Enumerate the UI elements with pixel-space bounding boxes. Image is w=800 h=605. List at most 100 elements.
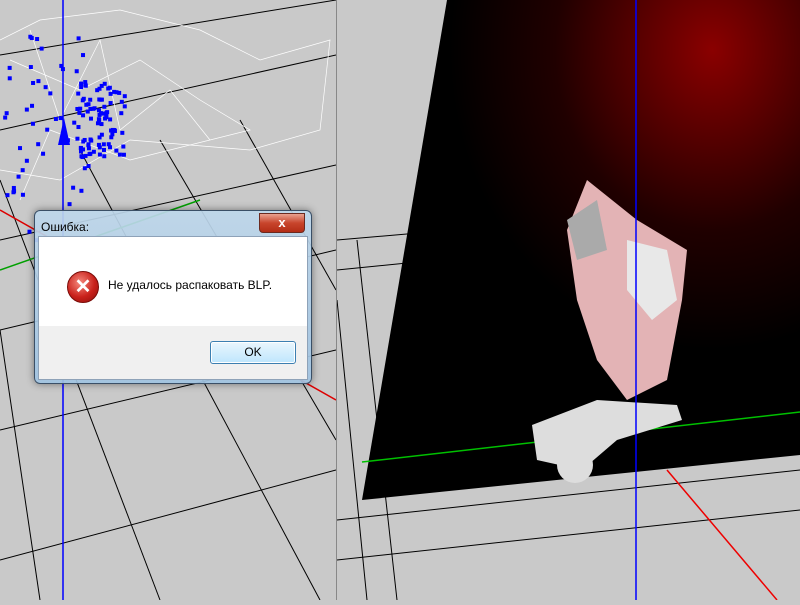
vertex-point bbox=[122, 104, 127, 109]
vertex-point bbox=[48, 91, 53, 96]
vertex-point bbox=[75, 136, 80, 141]
vertex-point bbox=[119, 111, 124, 116]
vertex-point bbox=[30, 121, 35, 126]
vertex-point bbox=[88, 97, 93, 102]
vertex-point bbox=[71, 185, 76, 190]
vertex-point bbox=[121, 152, 126, 157]
vertex-point bbox=[120, 130, 125, 135]
vertex-point bbox=[43, 85, 48, 90]
vertex-point bbox=[96, 117, 101, 122]
vertex-point bbox=[88, 116, 93, 121]
message-area: ✕ Не удалось распаковать BLP. bbox=[39, 237, 307, 326]
vertex-point bbox=[106, 142, 111, 147]
vertex-point bbox=[81, 139, 86, 144]
vertex-point bbox=[81, 147, 86, 152]
vertex-point bbox=[99, 132, 104, 137]
vertex-point bbox=[101, 142, 106, 147]
vertex-point bbox=[5, 193, 10, 198]
vertex-point bbox=[77, 110, 82, 115]
vertex-point bbox=[81, 96, 86, 101]
vertex-point bbox=[45, 127, 50, 132]
vertex-point bbox=[98, 97, 103, 102]
vertex-point bbox=[80, 155, 85, 160]
vertex-point bbox=[18, 146, 23, 151]
vertex-point bbox=[99, 83, 104, 88]
vertex-point bbox=[74, 69, 79, 74]
vertex-point bbox=[53, 116, 58, 121]
vertex-point bbox=[11, 185, 16, 190]
vertex-point bbox=[106, 86, 111, 91]
vertex-point bbox=[104, 115, 109, 120]
vertex-point bbox=[16, 174, 21, 179]
vertex-point bbox=[114, 90, 119, 95]
vertex-point bbox=[114, 148, 119, 153]
vertex-point bbox=[35, 37, 40, 42]
vertex-point bbox=[86, 164, 91, 169]
vertex-point bbox=[117, 152, 122, 157]
vertex-point bbox=[108, 101, 113, 106]
vertex-point bbox=[78, 106, 83, 111]
vertex-point bbox=[7, 76, 12, 81]
vertex-point bbox=[101, 147, 106, 152]
vertex-point bbox=[91, 149, 96, 154]
vertex-point bbox=[7, 65, 12, 70]
error-message: Не удалось распаковать BLP. bbox=[108, 278, 273, 292]
wireframe-mesh bbox=[0, 9, 331, 201]
vertex-point bbox=[88, 106, 93, 111]
vertex-point bbox=[41, 151, 46, 156]
vertex-point bbox=[67, 202, 72, 207]
pivot-marker bbox=[58, 118, 70, 145]
vertex-point bbox=[20, 168, 25, 173]
vertex-point bbox=[36, 79, 41, 84]
vertex-point bbox=[84, 102, 89, 107]
vertex-point bbox=[95, 121, 100, 126]
vertex-point bbox=[58, 116, 63, 121]
vertex-point bbox=[79, 81, 84, 86]
error-icon: ✕ bbox=[67, 271, 99, 303]
vertex-point bbox=[86, 143, 91, 148]
vertex-point bbox=[76, 36, 81, 41]
vertex-point bbox=[83, 80, 88, 85]
x-axis bbox=[666, 469, 778, 601]
vertex-point bbox=[97, 152, 102, 157]
vertex-point bbox=[121, 144, 126, 149]
vertex-point bbox=[79, 188, 84, 193]
vertex-point bbox=[79, 85, 84, 90]
vertex-point bbox=[30, 103, 35, 108]
close-button[interactable]: x bbox=[259, 213, 305, 233]
vertex-point bbox=[4, 111, 9, 116]
vertex-point bbox=[81, 113, 86, 118]
vertex-point bbox=[95, 88, 100, 93]
vertex-point bbox=[24, 107, 29, 112]
vertex-point bbox=[108, 117, 113, 122]
vertex-point bbox=[3, 115, 8, 120]
vertex-point bbox=[108, 91, 113, 96]
vertex-point bbox=[76, 125, 81, 130]
shaded-scene bbox=[336, 0, 800, 601]
vertex-point bbox=[28, 65, 33, 70]
vertex-point bbox=[99, 122, 104, 127]
vertex-point bbox=[76, 91, 81, 96]
vertex-point bbox=[96, 108, 101, 113]
vertex-point bbox=[97, 145, 102, 150]
vertex-point bbox=[110, 127, 115, 132]
dialog-title: Ошибка: bbox=[41, 220, 90, 234]
dialog-body: ✕ Не удалось распаковать BLP. OK bbox=[38, 236, 308, 380]
vertex-point bbox=[122, 94, 127, 99]
vertex-point bbox=[39, 46, 44, 51]
vertex-point bbox=[72, 120, 77, 125]
vertex-point bbox=[20, 192, 25, 197]
vertex-point bbox=[31, 80, 36, 85]
viewport-shaded[interactable] bbox=[336, 0, 800, 601]
vertex-point bbox=[102, 154, 107, 159]
vertex-point bbox=[81, 53, 86, 58]
vertex-point bbox=[87, 152, 92, 157]
ok-button[interactable]: OK bbox=[210, 341, 296, 364]
vertex-point bbox=[36, 142, 41, 147]
vertex-point bbox=[110, 132, 115, 137]
vertex-point bbox=[27, 229, 32, 234]
vertex-point bbox=[102, 104, 107, 109]
error-dialog: Ошибка: x ✕ Не удалось распаковать BLP. … bbox=[34, 210, 312, 384]
vertex-point bbox=[82, 166, 87, 171]
vertex-point bbox=[119, 99, 124, 104]
